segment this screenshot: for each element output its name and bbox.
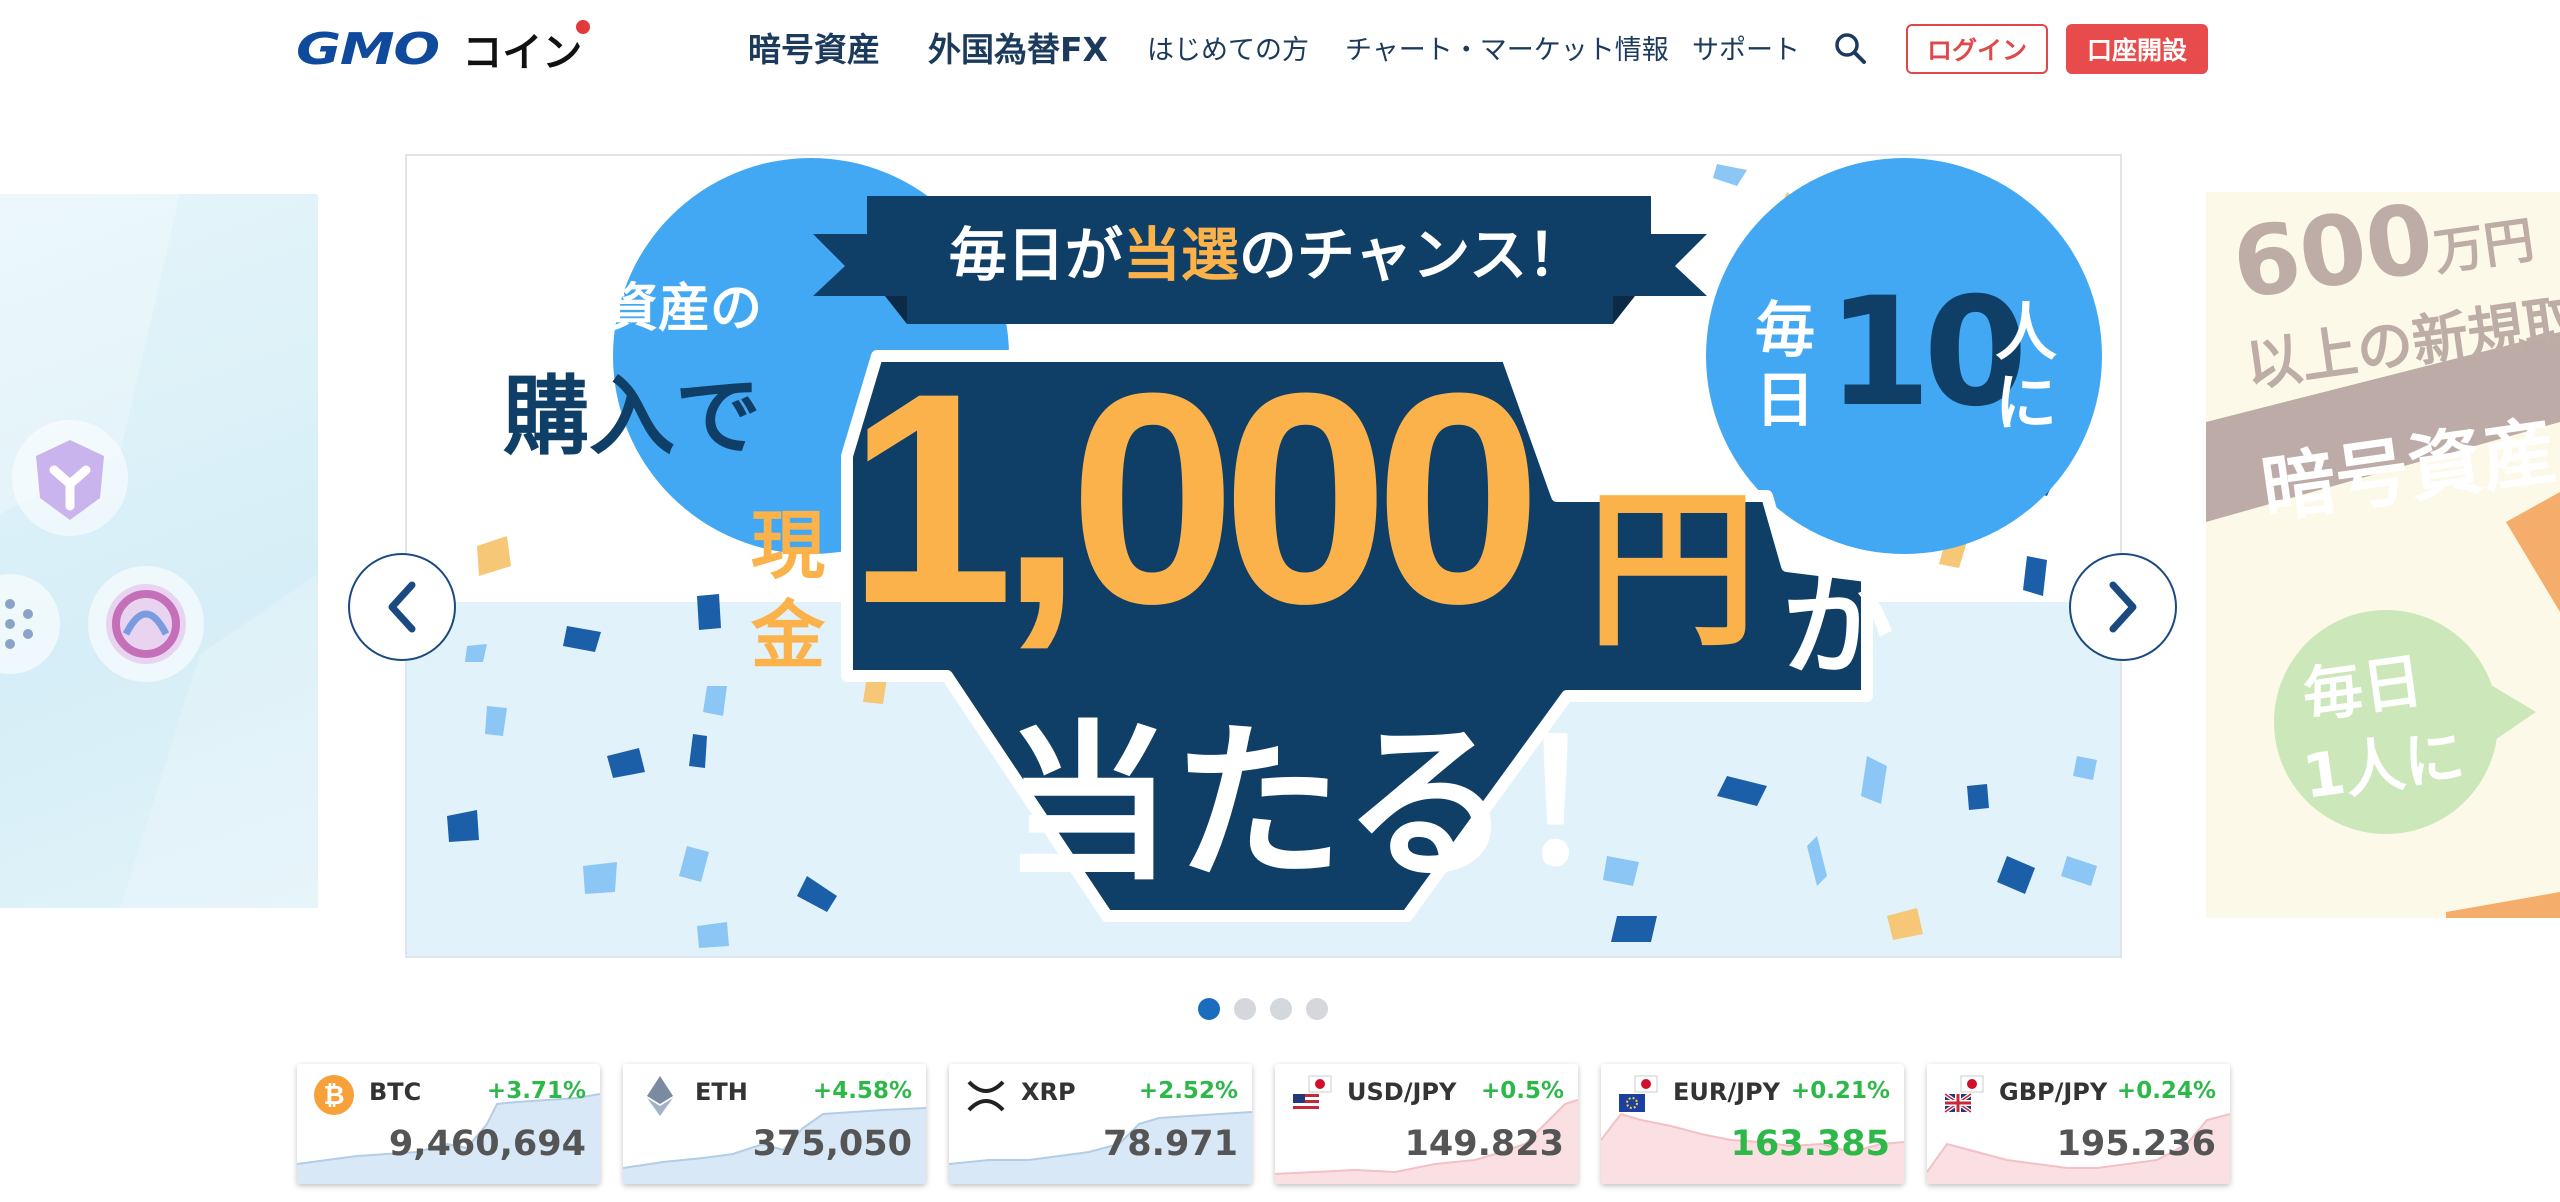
- right-circle-ni: に: [1995, 366, 2058, 439]
- ethereum-icon: [639, 1074, 681, 1116]
- svg-text:₿: ₿: [323, 1081, 344, 1111]
- eu-jp-flags-icon: [1617, 1074, 1659, 1116]
- carousel-pagination: [1198, 998, 1328, 1020]
- ticker-change: +3.71%: [486, 1078, 586, 1104]
- carousel-dot-4[interactable]: [1306, 998, 1328, 1020]
- logo-coin-text: コイン: [462, 20, 591, 78]
- prize-ga: が: [1783, 561, 1895, 691]
- chevron-right-icon: [2109, 581, 2137, 633]
- ticker-symbol: XRP: [1021, 1078, 1076, 1106]
- win-text: 当たる！: [1003, 706, 1684, 904]
- ticker-change: +0.5%: [1480, 1078, 1564, 1104]
- search-icon[interactable]: [1832, 30, 1868, 66]
- ticker-card-eth[interactable]: ETH +4.58% 375,050: [623, 1064, 926, 1184]
- ticker-card-xrp[interactable]: XRP +2.52% 78.971: [949, 1064, 1252, 1184]
- ticker-card-btc[interactable]: ₿ BTC +3.71% 9,460,694: [297, 1064, 600, 1184]
- ticker-symbol: EUR/JPY: [1673, 1078, 1781, 1106]
- ticker-price: 9,460,694: [388, 1124, 586, 1164]
- carousel-dot-2[interactable]: [1234, 998, 1256, 1020]
- cash-label-2: 金: [751, 593, 825, 679]
- logo-coin-label: コイン: [462, 30, 583, 76]
- ticker-change: +0.24%: [2116, 1078, 2216, 1104]
- carousel-prev-slide-preview[interactable]: [0, 194, 318, 908]
- nav-crypto[interactable]: 暗号資産: [748, 22, 880, 72]
- ticker-price: 195.236: [2056, 1124, 2216, 1164]
- gb-jp-flags-icon: [1943, 1074, 1985, 1116]
- ticker-change: +0.21%: [1790, 1078, 1890, 1104]
- ticker-price: 375,050: [752, 1124, 912, 1164]
- ticker-price: 163.385: [1730, 1124, 1890, 1164]
- ticker-symbol: BTC: [369, 1078, 422, 1106]
- logo-red-dot: [576, 20, 591, 34]
- logo-gmo-text: GMO: [296, 23, 440, 75]
- carousel-dot-1[interactable]: [1198, 998, 1220, 1020]
- carousel-main-slide[interactable]: 毎日が当選のチャンス！ 暗号資産の 購入で 毎 日 10 人 に 現 金 1,0…: [405, 154, 2122, 958]
- site-header: GMO コイン 暗号資産 外国為替FX はじめての方 チャート・マーケット情報 …: [0, 0, 2560, 100]
- nav-fx[interactable]: 外国為替FX: [928, 22, 1108, 72]
- prize-amount: 1,000: [847, 330, 1542, 666]
- ticker-symbol: USD/JPY: [1347, 1078, 1457, 1106]
- nav-support[interactable]: サポート: [1692, 22, 1800, 72]
- right-circle-day: 日: [1755, 366, 1815, 436]
- ticker-price: 149.823: [1404, 1124, 1564, 1164]
- ribbon-text-highlight: 当選: [1122, 221, 1239, 289]
- bitcoin-icon: ₿: [313, 1074, 355, 1116]
- ticker-symbol: GBP/JPY: [1999, 1078, 2108, 1106]
- nav-chart-market[interactable]: チャート・マーケット情報: [1345, 22, 1669, 72]
- ticker-card-gbpjpy[interactable]: GBP/JPY +0.24% 195.236: [1927, 1064, 2230, 1184]
- xrp-icon: [965, 1074, 1007, 1116]
- ribbon-text-post: のチャンス！: [1238, 221, 1586, 289]
- login-button[interactable]: ログイン: [1906, 24, 2048, 74]
- carousel-next-button[interactable]: [2069, 553, 2177, 661]
- chevron-left-icon: [388, 581, 416, 633]
- right-circle-count: 10: [1827, 266, 2028, 440]
- left-circle-line2: 購入で: [503, 367, 761, 467]
- ribbon-text-pre: 毎日が: [948, 221, 1123, 289]
- page: GMO コイン 暗号資産 外国為替FX はじめての方 チャート・マーケット情報 …: [0, 0, 2560, 1202]
- ticker-card-usdjpy[interactable]: USD/JPY +0.5% 149.823: [1275, 1064, 1578, 1184]
- prize-yen: 円: [1587, 472, 1758, 670]
- ticker-price: 78.971: [1102, 1124, 1238, 1164]
- ticker-change: +2.52%: [1138, 1078, 1238, 1104]
- ticker-change: +4.58%: [812, 1078, 912, 1104]
- carousel-next-slide-preview[interactable]: 600万円 以上の新規取 暗号資産 毎日 1人に: [2206, 192, 2560, 918]
- carousel-dot-3[interactable]: [1270, 998, 1292, 1020]
- left-circle-line1: 暗号資産の: [501, 279, 762, 339]
- ticker-card-eurjpy[interactable]: EUR/JPY +0.21% 163.385: [1601, 1064, 1904, 1184]
- nav-beginners[interactable]: はじめての方: [1147, 22, 1309, 72]
- us-jp-flags-icon: [1291, 1074, 1333, 1116]
- open-account-button[interactable]: 口座開設: [2066, 24, 2208, 74]
- gmo-coin-logo[interactable]: GMO コイン: [296, 20, 591, 76]
- carousel-prev-button[interactable]: [348, 553, 456, 661]
- right-preview-amount-unit: 万円: [2430, 210, 2538, 283]
- ticker-symbol: ETH: [695, 1078, 748, 1106]
- ribbon-text: 毎日が当選のチャンス！: [947, 208, 1587, 292]
